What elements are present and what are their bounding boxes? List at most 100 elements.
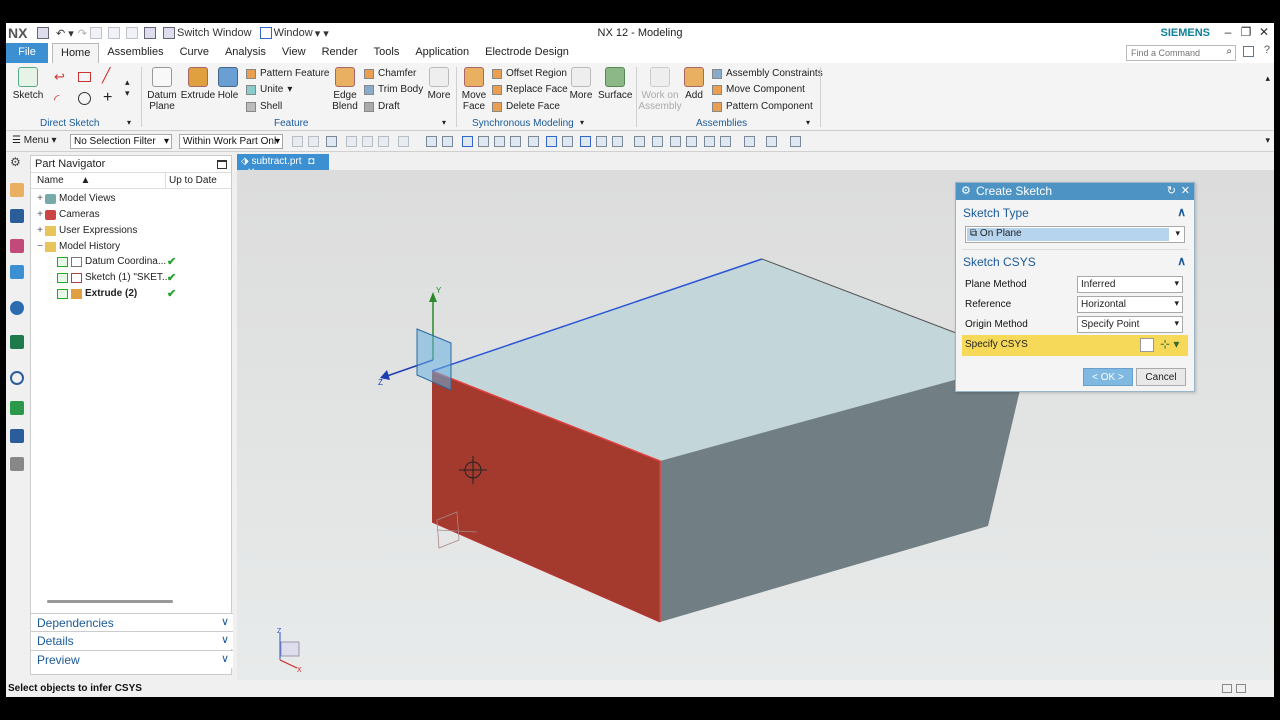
tab-application[interactable]: Application (407, 43, 477, 63)
redo-icon[interactable]: ↷ (78, 27, 87, 40)
tab-render[interactable]: Render (314, 43, 366, 63)
render-style-icon[interactable] (704, 136, 715, 147)
toolbar-overflow-icon[interactable]: ▾ (1265, 135, 1270, 146)
datum-plane-button[interactable]: Datum Plane (144, 67, 180, 112)
tab-analysis[interactable]: Analysis (217, 43, 274, 63)
midpoint-icon[interactable] (528, 136, 539, 147)
cancel-button[interactable]: Cancel (1136, 368, 1186, 386)
selection-mode-icon[interactable] (326, 136, 337, 147)
add-component-button[interactable]: Add (682, 67, 706, 101)
repeat-command-icon[interactable] (144, 27, 157, 39)
switch-window-button[interactable]: Switch Window (163, 27, 252, 39)
zoom-icon[interactable] (652, 136, 663, 147)
search-icon[interactable]: ⌕ (1226, 46, 1232, 57)
tree-node-sketch[interactable]: Sketch (1) "SKET... ✔ (31, 270, 231, 285)
sync-more-button[interactable]: More (566, 67, 596, 101)
circle-icon[interactable] (78, 92, 91, 105)
csys-dialog-icon[interactable] (1140, 338, 1154, 352)
history-icon[interactable] (10, 371, 24, 385)
origin-method-dropdown[interactable]: Specify Point (1077, 316, 1183, 333)
dialog-reset-icon[interactable]: ↻ (1167, 184, 1176, 197)
process-studio-icon[interactable] (10, 429, 24, 443)
save-icon[interactable] (37, 27, 49, 39)
tab-tools[interactable]: Tools (366, 43, 408, 63)
restore-button[interactable]: ❐ (1238, 25, 1254, 41)
constraint-navigator-icon[interactable] (10, 209, 24, 223)
status-icon[interactable] (1222, 684, 1232, 693)
point-icon[interactable]: + (103, 89, 112, 107)
more-sketch-chevron-icon[interactable]: ▴ ▾ (125, 77, 130, 99)
tree-node-model-history[interactable]: − Model History (31, 239, 231, 254)
delete-face-button[interactable]: Delete Face (492, 101, 560, 112)
dialog-gear-icon[interactable]: ⚙ (961, 184, 971, 197)
center-icon[interactable] (546, 136, 557, 147)
roles-icon[interactable] (10, 457, 24, 471)
panel-preview[interactable]: Preview ∨ (31, 650, 233, 668)
ok-button[interactable]: < OK > (1083, 368, 1133, 386)
feature-more-button[interactable]: More (424, 67, 454, 101)
copy-icon[interactable] (108, 27, 121, 39)
navigator-maximize-icon[interactable] (217, 160, 227, 169)
point-on-curve-icon[interactable] (612, 136, 623, 147)
tree-node-cameras[interactable]: + Cameras (31, 207, 231, 222)
endpoint-icon[interactable] (494, 136, 505, 147)
expand-icon[interactable]: + (35, 225, 45, 236)
move-component-button[interactable]: Move Component (712, 84, 805, 95)
expand-icon[interactable]: + (35, 193, 45, 204)
selection-scope-dropdown[interactable]: Within Work Part Onl ▾ (179, 134, 283, 149)
orient-view-icon[interactable] (720, 136, 731, 147)
column-name[interactable]: Name ▲ (37, 175, 90, 186)
tab-electrode-design[interactable]: Electrode Design (477, 43, 577, 63)
view-section-icon[interactable] (790, 136, 801, 147)
snap2-icon[interactable] (362, 136, 373, 147)
draft-button[interactable]: Draft (364, 101, 400, 112)
trim-body-button[interactable]: Trim Body (364, 84, 423, 95)
shell-button[interactable]: Shell (246, 101, 282, 112)
undo-icon[interactable]: ↶ ▾ (56, 27, 74, 40)
section-sketch-csys[interactable]: Sketch CSYS (963, 255, 1036, 269)
work-on-assembly-button[interactable]: Work on Assembly (638, 67, 682, 112)
sketch-button[interactable]: Sketch (10, 67, 46, 101)
filter-icon[interactable] (292, 136, 303, 147)
minimize-button[interactable]: – (1220, 25, 1236, 41)
replace-face-button[interactable]: Replace Face (492, 84, 568, 95)
pan-icon[interactable] (686, 136, 697, 147)
hd3d-tools-icon[interactable] (10, 301, 24, 315)
assemblies-group-menu-icon[interactable]: ▾ (806, 118, 810, 127)
surface-button[interactable]: Surface (598, 67, 632, 101)
csys-infer-icon[interactable]: ⊹ ▾ (1160, 337, 1179, 351)
palette-icon[interactable] (10, 401, 24, 415)
line-icon[interactable]: ╱ (102, 67, 110, 84)
synchronous-group-menu-icon[interactable]: ▾ (580, 118, 584, 127)
feature-group-menu-icon[interactable]: ▾ (442, 118, 446, 127)
menu-button[interactable]: ☰ Menu ▾ (12, 135, 57, 146)
cut-icon[interactable] (90, 27, 103, 39)
tab-curve[interactable]: Curve (172, 43, 217, 63)
part-navigator-icon[interactable] (10, 239, 24, 253)
web-browser-icon[interactable] (10, 335, 24, 349)
box-select-icon[interactable] (398, 136, 409, 147)
tab-view[interactable]: View (274, 43, 314, 63)
fit-icon[interactable] (634, 136, 645, 147)
body-icon[interactable] (442, 136, 453, 147)
hole-button[interactable]: Hole (214, 67, 242, 101)
offset-region-button[interactable]: Offset Region (492, 68, 567, 79)
specify-csys-row[interactable]: Specify CSYS ⊹ ▾ (962, 335, 1188, 356)
paste-icon[interactable] (126, 27, 139, 39)
layer-icon[interactable] (744, 136, 755, 147)
face-icon[interactable] (426, 136, 437, 147)
assembly-navigator-icon[interactable] (10, 183, 24, 197)
move-face-button[interactable]: Move Face (458, 67, 490, 112)
dialog-close-icon[interactable]: ✕ (1181, 184, 1190, 197)
ribbon-collapse-icon[interactable]: ▴ (1265, 73, 1270, 84)
plane-method-dropdown[interactable]: Inferred (1077, 276, 1183, 293)
profile-icon[interactable]: ↩ (54, 69, 65, 85)
point-snap-icon[interactable] (462, 136, 473, 147)
assembly-constraints-button[interactable]: Assembly Constraints (712, 68, 823, 79)
tab-file[interactable]: File (6, 43, 48, 63)
checkbox-icon[interactable] (57, 288, 68, 299)
selection-filter-dropdown[interactable]: No Selection Filter ▾ (70, 134, 172, 149)
collapse-chevron-icon[interactable]: ∧ (1177, 254, 1186, 268)
rotate-icon[interactable] (670, 136, 681, 147)
settings-gear-icon[interactable]: ⚙ (10, 155, 24, 169)
